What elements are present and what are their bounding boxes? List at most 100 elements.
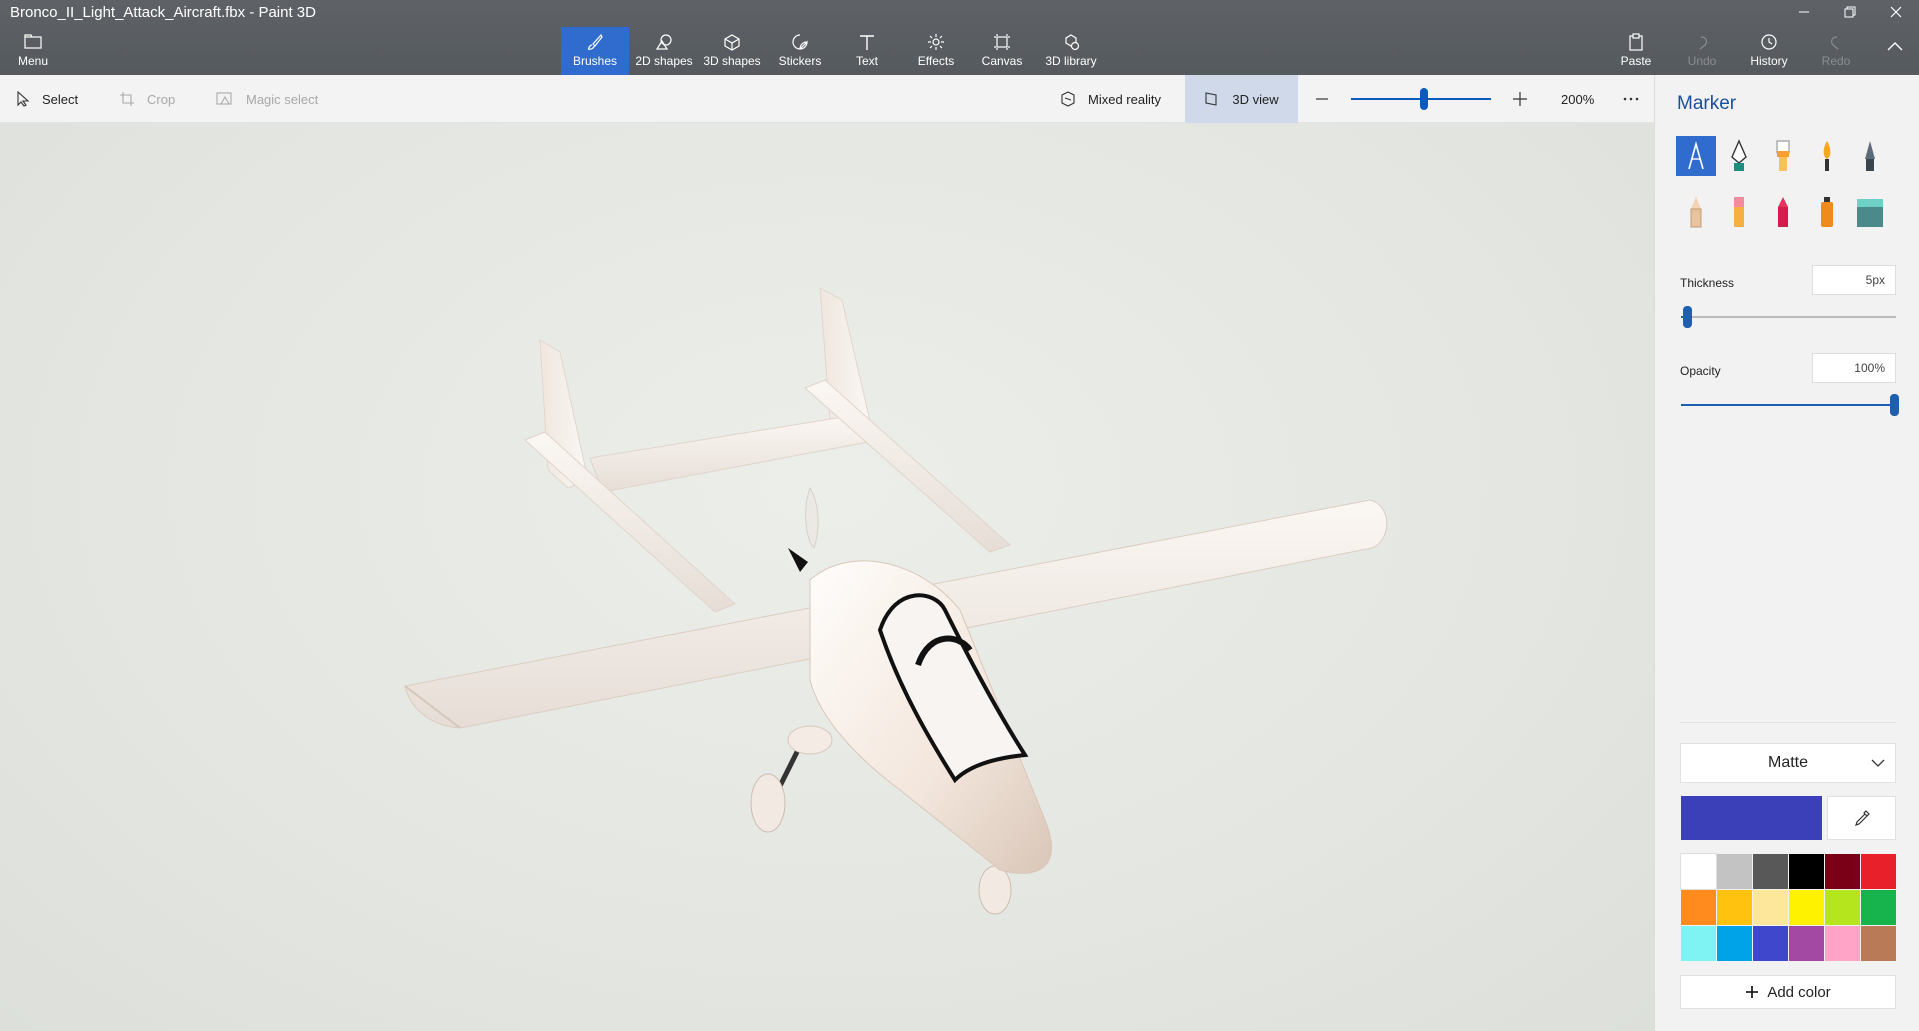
color-swatch[interactable]	[1717, 854, 1752, 889]
tab-text[interactable]: Text	[845, 27, 889, 75]
zoom-percent[interactable]: 200%	[1561, 75, 1594, 123]
marker-brush[interactable]	[1676, 136, 1716, 176]
tab-2d-shapes[interactable]: 2D shapes	[632, 27, 696, 75]
pixel-pen-brush[interactable]	[1850, 136, 1890, 176]
close-button[interactable]	[1873, 0, 1919, 24]
thickness-slider-thumb[interactable]	[1683, 306, 1692, 328]
history-button[interactable]: History	[1748, 27, 1790, 75]
3d-view-icon	[1205, 92, 1217, 106]
magic-select-tool[interactable]: Magic select	[216, 75, 318, 123]
color-swatch[interactable]	[1681, 890, 1716, 925]
aircraft-3d-model[interactable]	[0, 123, 1654, 1031]
tab-label: 2D shapes	[635, 54, 693, 68]
color-swatch[interactable]	[1861, 926, 1896, 961]
canvas-icon	[994, 34, 1010, 50]
finish-dropdown[interactable]: Matte	[1680, 743, 1896, 783]
redo-label: Redo	[1821, 54, 1851, 68]
color-swatch[interactable]	[1753, 890, 1788, 925]
pencil-icon	[1690, 197, 1702, 228]
collapse-ribbon-button[interactable]	[1880, 27, 1910, 75]
tab-effects[interactable]: Effects	[912, 27, 960, 75]
mixed-reality-button[interactable]: Mixed reality	[1060, 75, 1161, 123]
zoom-in-button[interactable]	[1512, 75, 1540, 123]
oil-brush[interactable]	[1763, 136, 1803, 176]
tab-brushes[interactable]: Brushes	[561, 27, 629, 75]
undo-button[interactable]: Undo	[1684, 27, 1720, 75]
menu-label: Menu	[17, 54, 49, 68]
3d-library-icon	[1065, 34, 1080, 51]
eyedropper-icon	[1854, 810, 1870, 826]
paste-button[interactable]: Paste	[1616, 27, 1656, 75]
finish-value: Matte	[1767, 754, 1808, 771]
undo-label: Undo	[1687, 54, 1717, 68]
color-swatch[interactable]	[1717, 926, 1752, 961]
color-swatch[interactable]	[1825, 890, 1860, 925]
tab-3d-library[interactable]: 3D library	[1042, 27, 1100, 75]
tab-stickers[interactable]: Stickers	[772, 27, 828, 75]
zoom-slider-thumb[interactable]	[1420, 88, 1428, 110]
2d-shapes-icon	[655, 34, 672, 50]
cursor-icon	[17, 91, 30, 107]
tab-label: 3D shapes	[703, 54, 761, 68]
redo-button[interactable]: Redo	[1818, 27, 1854, 75]
effects-icon	[928, 34, 944, 50]
color-swatch[interactable]	[1789, 890, 1824, 925]
tab-3d-shapes[interactable]: 3D shapes	[700, 27, 764, 75]
text-icon	[860, 35, 874, 50]
color-swatch[interactable]	[1825, 854, 1860, 889]
add-color-button[interactable]: Add color	[1680, 975, 1896, 1009]
minus-icon	[1316, 98, 1328, 100]
more-options-button[interactable]	[1623, 75, 1651, 123]
color-swatch[interactable]	[1717, 890, 1752, 925]
history-icon	[1761, 34, 1777, 50]
watercolor-icon	[1823, 141, 1831, 171]
plus-icon	[1513, 92, 1527, 106]
menu-button[interactable]: Menu	[8, 27, 58, 75]
crayon-brush[interactable]	[1763, 192, 1803, 232]
select-tool[interactable]: Select	[16, 75, 78, 123]
restore-button[interactable]	[1827, 0, 1873, 24]
current-color-swatch[interactable]	[1681, 796, 1822, 840]
opacity-slider-thumb[interactable]	[1890, 394, 1899, 416]
eraser-brush[interactable]	[1719, 192, 1759, 232]
zoom-out-button[interactable]	[1315, 75, 1341, 123]
oil-brush-icon	[1776, 140, 1790, 171]
crayon-icon	[1778, 197, 1788, 227]
minimize-button[interactable]	[1781, 0, 1827, 24]
calligraphy-pen-brush[interactable]	[1719, 136, 1759, 176]
color-swatch[interactable]	[1861, 890, 1896, 925]
color-swatch[interactable]	[1753, 854, 1788, 889]
opacity-slider-track[interactable]	[1681, 404, 1896, 406]
color-swatch[interactable]	[1789, 926, 1824, 961]
color-swatch[interactable]	[1681, 926, 1716, 961]
tab-label: Text	[855, 54, 878, 68]
select-label: Select	[42, 91, 79, 107]
brush-settings-panel: Marker Thickness 5px Opacity 100% Matte	[1654, 75, 1919, 1031]
color-swatch[interactable]	[1861, 854, 1896, 889]
window-title: Bronco_II_Light_Attack_Aircraft.fbx - Pa…	[10, 4, 316, 21]
tab-canvas[interactable]: Canvas	[978, 27, 1026, 75]
chevron-up-icon	[1887, 42, 1903, 51]
eyedropper-button[interactable]	[1827, 796, 1896, 840]
calligraphy-pen-icon	[1731, 139, 1747, 171]
opacity-input[interactable]: 100%	[1812, 353, 1896, 383]
watercolor-brush[interactable]	[1807, 136, 1847, 176]
spray-can-brush[interactable]	[1807, 192, 1847, 232]
crop-tool[interactable]: Crop	[119, 75, 175, 123]
3d-view-button[interactable]: 3D view	[1185, 75, 1298, 123]
pencil-brush[interactable]	[1676, 192, 1716, 232]
thickness-slider-track[interactable]	[1681, 316, 1896, 318]
mixed-reality-icon	[1061, 91, 1075, 107]
color-swatch[interactable]	[1680, 853, 1717, 890]
fill-brush[interactable]	[1850, 192, 1890, 232]
3d-shapes-icon	[724, 34, 740, 51]
color-swatch[interactable]	[1753, 926, 1788, 961]
canvas-area[interactable]	[0, 123, 1654, 1031]
color-swatch[interactable]	[1789, 854, 1824, 889]
color-swatch[interactable]	[1825, 926, 1860, 961]
paste-label: Paste	[1620, 54, 1652, 68]
restore-icon	[1844, 6, 1856, 18]
thickness-input[interactable]: 5px	[1812, 265, 1896, 295]
3d-view-label: 3D view	[1232, 91, 1279, 107]
chevron-down-icon	[1871, 759, 1885, 767]
